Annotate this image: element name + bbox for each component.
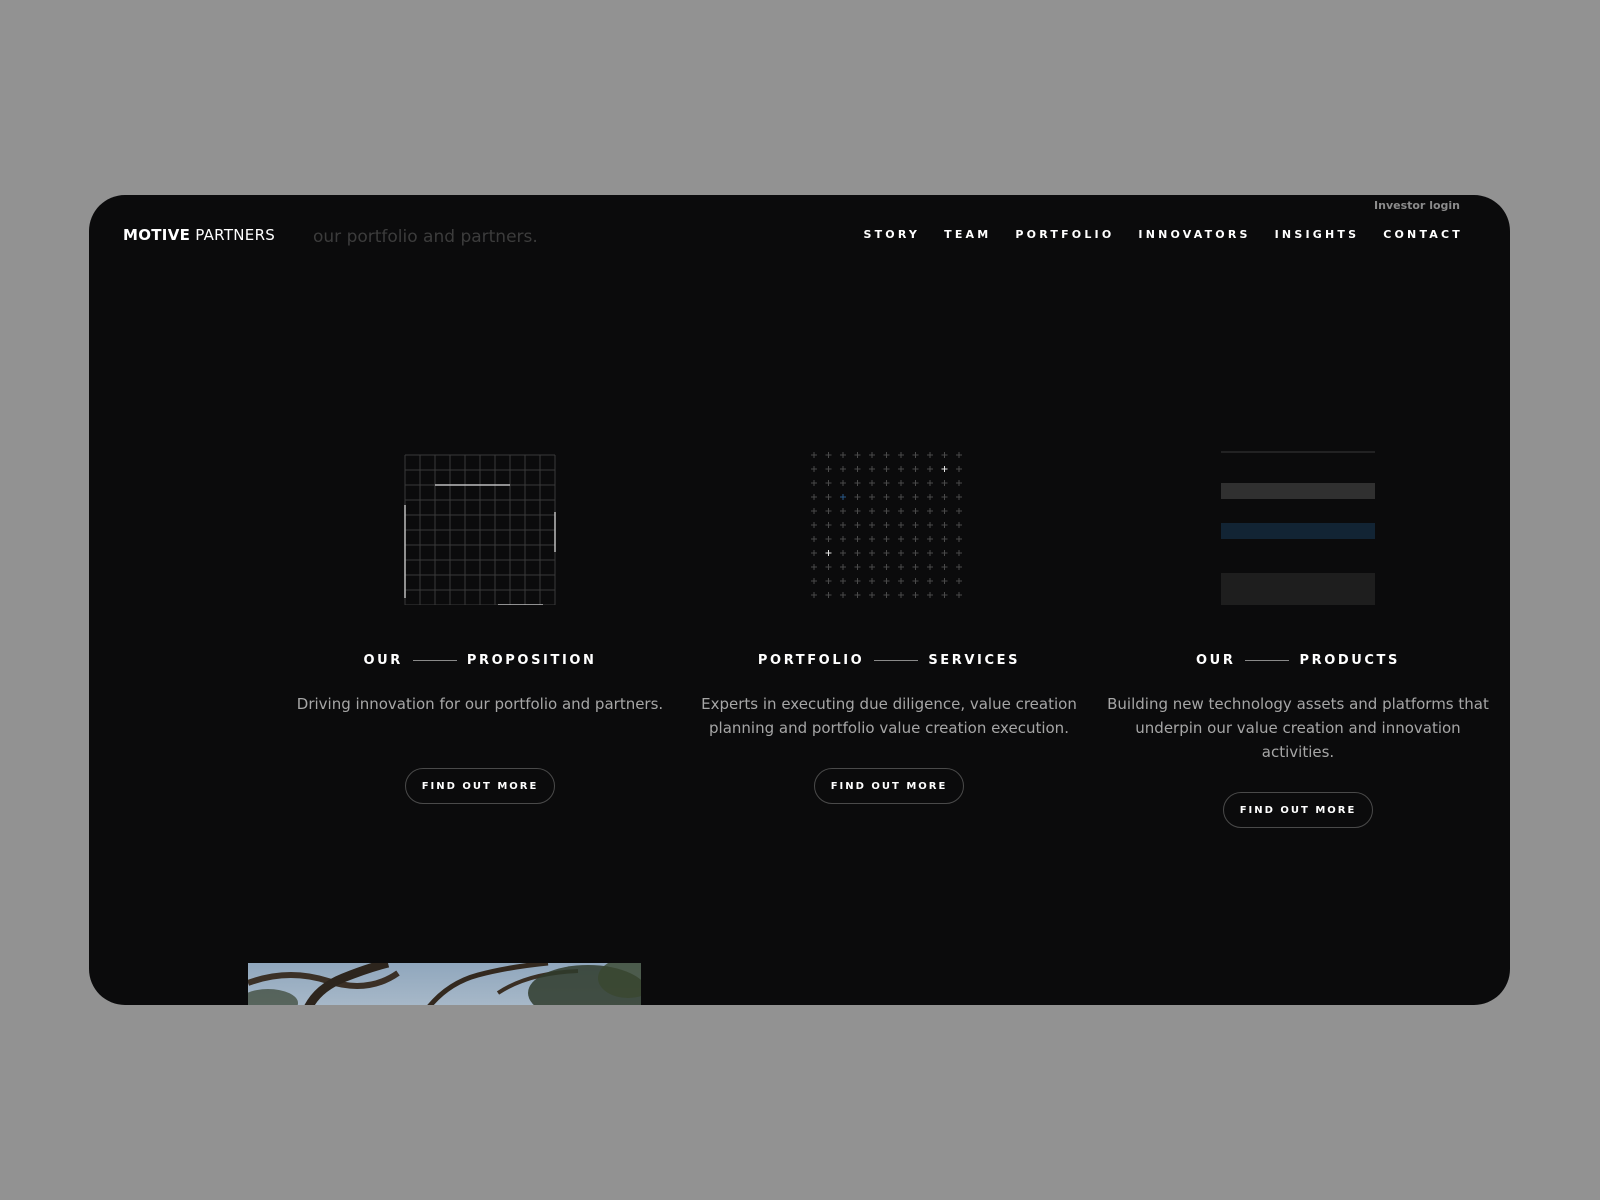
title-dash (874, 660, 919, 661)
card-title-right: SERVICES (928, 653, 1021, 668)
card-description: Driving innovation for our portfolio and… (296, 695, 664, 713)
card-description: Building new technology assets and platf… (1107, 695, 1489, 761)
card-portfolio-services: PORTFOLIO SERVICES Experts in executing … (684, 450, 1094, 804)
card-title: OUR PRODUCTS (1196, 653, 1400, 668)
tree-photo (248, 963, 641, 1005)
card-description: Experts in executing due diligence, valu… (701, 695, 1077, 737)
title-dash (412, 660, 457, 661)
site-window: Investor login MOTIVE PARTNERS our portf… (89, 195, 1510, 1005)
card-proposition: OUR PROPOSITION Driving innovation for o… (275, 450, 685, 804)
card-title: PORTFOLIO SERVICES (758, 653, 1020, 668)
card-title-right: PROPOSITION (466, 653, 597, 668)
card-title-right: PRODUCTS (1299, 653, 1400, 668)
grid-icon (404, 454, 556, 605)
find-out-more-button[interactable]: FIND OUT MORE (404, 768, 556, 804)
plus-grid-icon (811, 452, 962, 598)
find-out-more-button[interactable]: FIND OUT MORE (1222, 792, 1374, 828)
tree-branches-image (248, 963, 641, 1005)
card-title-left: PORTFOLIO (757, 653, 865, 668)
card-products: OUR PRODUCTS Building new technology ass… (1093, 450, 1503, 828)
card-title-left: OUR (1196, 653, 1236, 668)
card-title: OUR PROPOSITION (363, 653, 596, 668)
feature-cards: OUR PROPOSITION Driving innovation for o… (89, 195, 1510, 1005)
card-title-left: OUR (363, 653, 403, 668)
title-dash (1245, 660, 1290, 661)
find-out-more-button[interactable]: FIND OUT MORE (813, 768, 965, 804)
stripes-icon (1221, 451, 1375, 605)
